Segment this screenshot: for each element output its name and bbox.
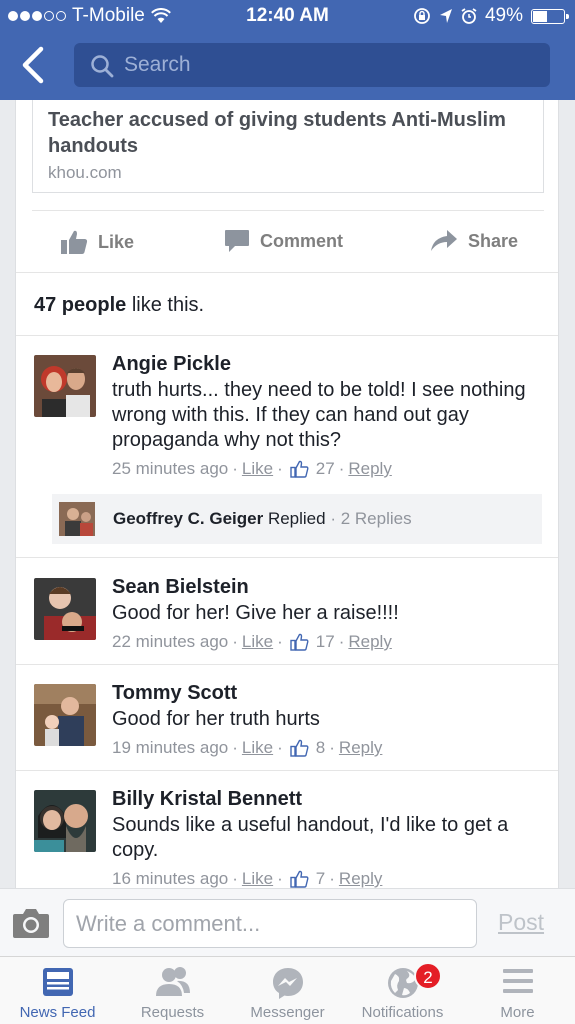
share-label: Share (468, 230, 519, 251)
reply-thread[interactable]: Geoffrey C. Geiger Replied · 2 Replies (52, 494, 542, 544)
comment-item: Sean Bielstein Good for her! Give her a … (16, 558, 558, 665)
thumbs-up-outline-icon (290, 460, 309, 478)
comment-like-count: 17 (315, 632, 335, 651)
likes-suffix: like this. (126, 294, 205, 316)
comment-like-count: 7 (315, 869, 326, 888)
news-feed-icon (42, 968, 73, 996)
comment-meta: 25 minutes ago · Like · 27 · Reply (112, 459, 392, 479)
tab-label: Messenger (250, 1004, 325, 1021)
speech-bubble-icon (225, 230, 249, 252)
share-arrow-icon (431, 230, 457, 251)
search-field[interactable]: Search (74, 43, 550, 87)
comment-reply-link[interactable]: Reply (348, 459, 391, 479)
comment-button[interactable]: Comment (224, 229, 343, 253)
tab-messenger[interactable]: Messenger (230, 957, 345, 1024)
avatar[interactable] (34, 578, 96, 640)
comment-meta: 22 minutes ago · Like · 17 · Reply (112, 632, 392, 652)
comment-reply-link[interactable]: Reply (339, 869, 382, 889)
post-button[interactable]: Post (498, 909, 544, 936)
camera-icon[interactable] (12, 907, 50, 939)
like-button[interactable]: Like (60, 229, 134, 255)
comment-time: 22 minutes ago (112, 632, 229, 651)
comment-like-count: 27 (315, 459, 335, 478)
thumbs-up-outline-icon (290, 739, 309, 757)
link-title[interactable]: Teacher accused of giving students Anti-… (48, 107, 518, 159)
notification-badge: 2 (414, 962, 442, 990)
comment-item: Billy Kristal Bennett Sounds like a usef… (16, 771, 558, 890)
comment-like-count: 8 (315, 738, 326, 757)
thumbs-up-outline-icon (290, 633, 309, 651)
comment-body: Tommy Scott Good for her truth hurts 19 … (112, 681, 542, 758)
back-chevron-icon[interactable] (18, 46, 50, 84)
comment-time: 19 minutes ago (112, 738, 229, 757)
comment-time: 25 minutes ago (112, 459, 229, 478)
tab-more[interactable]: More (460, 957, 575, 1024)
post-card: Teacher accused of giving students Anti-… (15, 100, 559, 890)
comment-composer: Post (0, 888, 575, 956)
top-header: T-Mobile 12:40 AM 49% Search (0, 0, 575, 100)
commenter-name[interactable]: Angie Pickle (112, 352, 542, 376)
comment-like-link[interactable]: Like (242, 459, 273, 479)
likes-count[interactable]: 47 people (34, 294, 126, 316)
comment-text: truth hurts... they need to be told! I s… (112, 379, 526, 451)
comment-reply-link[interactable]: Reply (339, 738, 382, 758)
alarm-icon (461, 8, 477, 24)
comment-text: Sounds like a useful handout, I'd like t… (112, 814, 509, 861)
comment-like-link[interactable]: Like (242, 632, 273, 652)
tab-news-feed[interactable]: News Feed (0, 957, 115, 1024)
commenter-name[interactable]: Tommy Scott (112, 681, 542, 705)
friends-icon (155, 967, 190, 996)
tab-label: News Feed (19, 1004, 96, 1021)
messenger-icon (272, 968, 303, 999)
replier-name: Geoffrey C. Geiger (113, 509, 264, 528)
likes-summary[interactable]: 47 people like this. (16, 272, 558, 336)
search-placeholder: Search (124, 53, 191, 76)
battery-icon (531, 8, 569, 24)
comment-text: Good for her truth hurts (112, 708, 320, 730)
comment-label: Comment (260, 230, 344, 251)
avatar (59, 502, 95, 536)
commenter-name[interactable]: Sean Bielstein (112, 575, 542, 599)
thumbs-up-outline-icon (290, 870, 309, 888)
menu-icon (502, 969, 533, 993)
reply-count: 2 Replies (340, 509, 412, 528)
share-button[interactable]: Share (430, 229, 518, 253)
reply-summary: Geoffrey C. Geiger Replied · 2 Replies (113, 509, 412, 528)
avatar[interactable] (34, 355, 96, 417)
comment-text: Good for her! Give her a raise!!!! (112, 602, 399, 624)
comment-body: Sean Bielstein Good for her! Give her a … (112, 575, 542, 652)
tab-bar: News Feed Requests Messenger Notificatio… (0, 956, 575, 1024)
status-bar: T-Mobile 12:40 AM 49% (0, 0, 575, 32)
comment-body: Billy Kristal Bennett Sounds like a usef… (112, 787, 542, 889)
rotation-lock-icon (414, 8, 430, 24)
comment-item: Tommy Scott Good for her truth hurts 19 … (16, 665, 558, 771)
comment-like-link[interactable]: Like (242, 738, 273, 758)
reply-action: Replied (263, 509, 326, 528)
like-label: Like (98, 231, 135, 252)
tab-label: Notifications (361, 1004, 444, 1021)
post-actions: Like Comment Share (32, 210, 544, 272)
battery-percent: 49% (484, 5, 523, 26)
link-preview[interactable]: Teacher accused of giving students Anti-… (32, 100, 544, 193)
location-arrow-icon (439, 9, 452, 23)
comment-reply-link[interactable]: Reply (348, 632, 391, 652)
comment-body: Angie Pickle truth hurts... they need to… (112, 352, 542, 479)
tab-notifications[interactable]: Notifications (345, 957, 460, 1024)
comment-time: 16 minutes ago (112, 869, 229, 888)
link-domain: khou.com (48, 163, 122, 182)
tab-label: Requests (140, 1004, 205, 1021)
search-icon (91, 55, 114, 78)
comment-meta: 16 minutes ago · Like · 7 · Reply (112, 869, 383, 889)
tab-requests[interactable]: Requests (115, 957, 230, 1024)
comment-input[interactable] (63, 899, 477, 948)
thumbs-up-icon (61, 230, 88, 254)
comment-meta: 19 minutes ago · Like · 8 · Reply (112, 738, 383, 758)
avatar[interactable] (34, 684, 96, 746)
tab-label: More (500, 1004, 535, 1021)
comment-like-link[interactable]: Like (242, 869, 273, 889)
commenter-name[interactable]: Billy Kristal Bennett (112, 787, 542, 811)
avatar[interactable] (34, 790, 96, 852)
